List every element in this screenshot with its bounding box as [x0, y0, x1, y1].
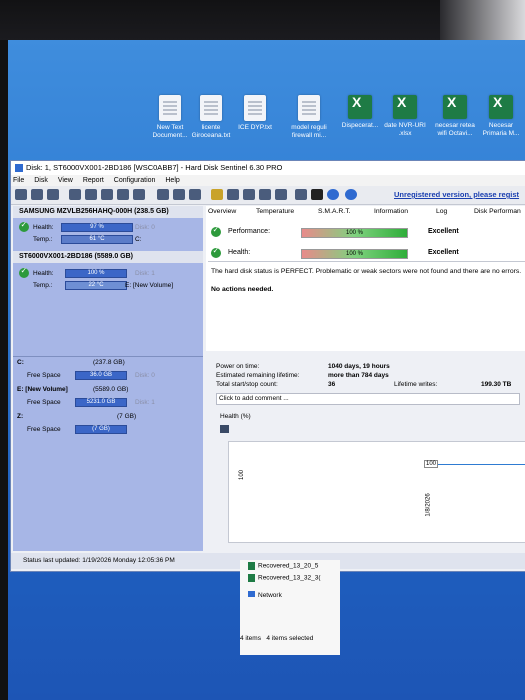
menu-configuration[interactable]: Configuration: [114, 177, 156, 184]
overview-pane: Overview Temperature S.M.A.R.T. Informat…: [206, 206, 525, 551]
gear-icon[interactable]: [295, 189, 307, 200]
volume-z-free-bar: (7 GB): [75, 425, 127, 434]
list-item[interactable]: Recovered_13_32_3(: [248, 574, 321, 582]
ok-check-icon: [19, 266, 29, 278]
list-item[interactable]: Recovered_13_20_5: [248, 562, 318, 570]
text-file-icon: [159, 95, 181, 121]
excel-icon: [443, 95, 467, 119]
folder-icon[interactable]: [211, 189, 223, 200]
unregistered-link[interactable]: Unregistered version, please regist: [394, 190, 519, 199]
details-area: Power on time: Estimated remaining lifet…: [206, 351, 525, 551]
arrow-right-icon[interactable]: [189, 189, 201, 200]
excel-icon: [489, 95, 513, 119]
disk-1-health-bar: 100 %: [65, 269, 127, 278]
volume-c-free-bar: 36.0 GB: [75, 371, 127, 380]
menu-report[interactable]: Report: [83, 177, 104, 184]
text-file-icon: [200, 95, 222, 121]
excel-icon: [248, 574, 255, 582]
excel-icon: [348, 95, 372, 119]
search-icon[interactable]: [31, 189, 43, 200]
app-icon: [15, 164, 23, 173]
globe-icon[interactable]: [311, 189, 323, 200]
health-bar: 100 %: [301, 249, 408, 259]
volume-e-free-bar: 5231.0 GB: [75, 398, 127, 407]
list-icon[interactable]: [47, 189, 59, 200]
health-chart: 100 100 1/8/2026: [228, 441, 525, 543]
toolbar: Unregistered version, please regist: [11, 186, 525, 205]
desktop-icon-licente[interactable]: licente Giroceana.txt: [186, 95, 236, 140]
mail-icon[interactable]: [259, 189, 271, 200]
disk-icon[interactable]: [173, 189, 185, 200]
desktop-icon-firewall[interactable]: model reguli firewall mi...: [284, 95, 334, 140]
camera-icon[interactable]: [157, 189, 169, 200]
desktop-icon-nvr[interactable]: date NVR-URI .xlsx: [380, 95, 430, 138]
desktop-icon-dispecerat[interactable]: Dispecerat...: [335, 95, 385, 130]
help-icon[interactable]: [327, 189, 339, 200]
save-icon[interactable]: [220, 425, 229, 433]
sidebar-item-network[interactable]: Network: [248, 591, 282, 599]
excel-icon: [393, 95, 417, 119]
disk-icon[interactable]: [117, 189, 129, 200]
menu-bar: File Disk View Report Configuration Help: [11, 175, 525, 186]
disk-icon[interactable]: [101, 189, 113, 200]
title-bar[interactable]: Disk: 1, ST6000VX001-2BD186 [WSC0ABB7] -…: [11, 161, 525, 175]
divider: [13, 356, 203, 357]
menu-view[interactable]: View: [58, 177, 73, 184]
tab-information[interactable]: Information: [374, 208, 408, 215]
tab-disk-performance[interactable]: Disk Performan: [474, 208, 521, 215]
text-file-icon: [298, 95, 320, 121]
tab-overview[interactable]: Overview: [208, 208, 236, 215]
info-icon[interactable]: [345, 189, 357, 200]
menu-help[interactable]: Help: [165, 177, 179, 184]
background-light: [440, 0, 525, 40]
report-icon[interactable]: [227, 189, 239, 200]
disk-0-temp-bar: 61 °C: [61, 235, 133, 244]
hds-window: Disk: 1, ST6000VX001-2BD186 [WSC0ABB7] -…: [10, 160, 525, 572]
disk-1-temp-bar: 22 °C: [65, 281, 127, 290]
health-line: [427, 464, 525, 465]
menu-disk[interactable]: Disk: [34, 177, 48, 184]
status-message-box: The hard disk status is PERFECT. Problem…: [208, 261, 525, 346]
menu-file[interactable]: File: [13, 177, 24, 184]
excel-icon: [248, 562, 255, 570]
text-file-icon: [244, 95, 266, 121]
network-icon: [248, 591, 255, 597]
ok-check-icon: [211, 225, 221, 237]
disk-icon[interactable]: [133, 189, 145, 200]
desktop-icon-primaria[interactable]: Necesar Primaria M...: [476, 95, 525, 138]
performance-bar: 100 %: [301, 228, 408, 238]
clipboard-icon[interactable]: [243, 189, 255, 200]
disk-icon[interactable]: [69, 189, 81, 200]
disk-list-pane: SAMSUNG MZVLB256HAHQ-000H (238.5 GB) Hea…: [13, 206, 203, 551]
ok-check-icon: [19, 220, 29, 232]
monitor-bezel-left: [0, 40, 8, 700]
disk-1-header[interactable]: ST6000VX001-2BD186 (5589.0 GB): [13, 251, 203, 263]
explorer-status: 4 items 4 items selected: [240, 635, 314, 642]
desktop-icon-ice-dyp[interactable]: ICE DYP.txt: [230, 95, 280, 132]
tab-temperature[interactable]: Temperature: [256, 208, 294, 215]
ok-check-icon: [211, 246, 221, 258]
disk-0-header[interactable]: SAMSUNG MZVLB256HAHQ-000H (238.5 GB): [13, 206, 203, 218]
comment-field[interactable]: Click to add comment ...: [216, 393, 520, 405]
tab-log[interactable]: Log: [436, 208, 447, 215]
disk-0-health-bar: 97 %: [61, 223, 133, 232]
print-icon[interactable]: [275, 189, 287, 200]
desktop-icon-wifi[interactable]: necesar retea wifi Octavi...: [430, 95, 480, 138]
disk-icon[interactable]: [85, 189, 97, 200]
tab-smart[interactable]: S.M.A.R.T.: [318, 208, 350, 215]
refresh-icon[interactable]: [15, 189, 27, 200]
